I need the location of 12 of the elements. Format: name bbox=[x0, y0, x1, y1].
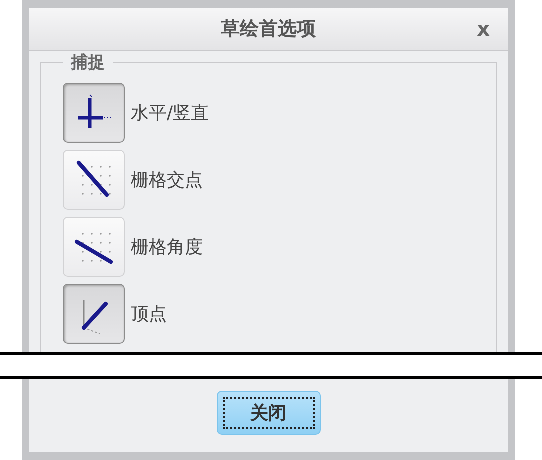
group-legend: 捕捉 bbox=[63, 51, 113, 74]
close-button[interactable]: x bbox=[471, 16, 496, 42]
snap-toggle-button[interactable] bbox=[63, 83, 125, 143]
snap-toggle-button[interactable] bbox=[63, 284, 125, 344]
snap-option-label: 栅格交点 bbox=[131, 169, 203, 192]
snap-option-label: 栅格角度 bbox=[131, 236, 203, 259]
snap-option-label: 水平/竖直 bbox=[131, 102, 210, 125]
snap-toggle-button[interactable] bbox=[63, 217, 125, 277]
close-dialog-button[interactable]: 关闭 bbox=[216, 391, 320, 435]
snap-option-label: 顶点 bbox=[131, 303, 167, 326]
snap-toggle-button[interactable] bbox=[63, 150, 125, 210]
window-title: 草绘首选项 bbox=[221, 17, 316, 42]
